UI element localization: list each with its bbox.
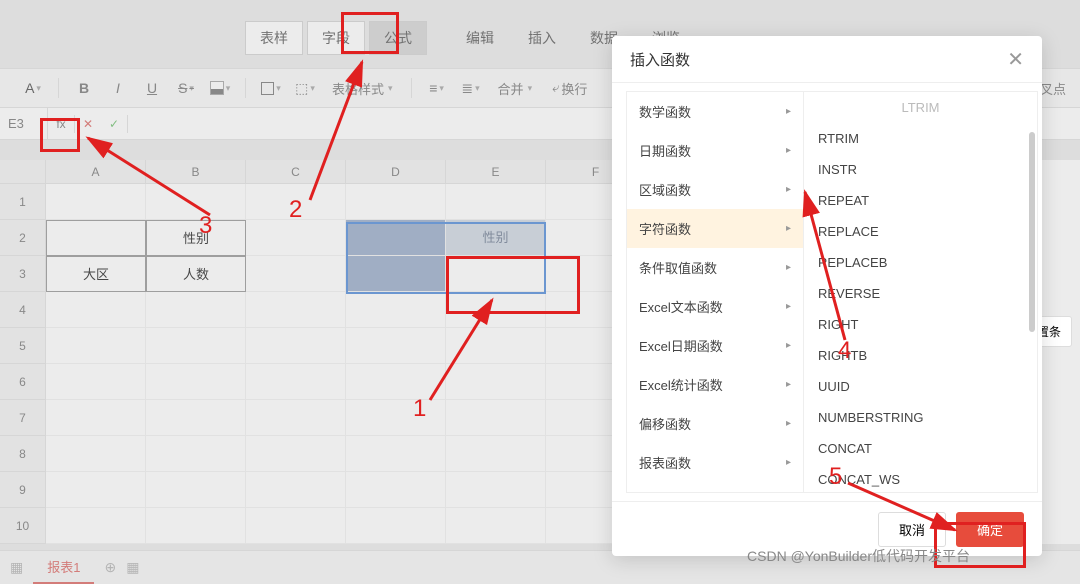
function-item[interactable]: UUID — [804, 371, 1037, 402]
function-item[interactable]: CONCAT — [804, 433, 1037, 464]
scrollbar[interactable] — [1029, 132, 1035, 332]
category-item[interactable]: 报表函数▸ — [627, 443, 803, 482]
category-item[interactable]: 区域函数▸ — [627, 170, 803, 209]
function-item[interactable]: INSTR — [804, 154, 1037, 185]
category-item[interactable]: 日期函数▸ — [627, 131, 803, 170]
category-item[interactable]: 条件取值函数▸ — [627, 248, 803, 287]
function-item[interactable]: CONCAT_WS — [804, 464, 1037, 493]
function-item[interactable]: REPEAT — [804, 185, 1037, 216]
function-item[interactable]: REPLACEB — [804, 247, 1037, 278]
function-item[interactable]: RIGHTB — [804, 340, 1037, 371]
watermark: CSDN @YonBuilder低代码开发平台 — [747, 546, 970, 566]
dialog-close-icon[interactable]: ✕ — [1007, 47, 1024, 72]
dialog-title: 插入函数 — [630, 49, 690, 70]
function-item[interactable]: REPLACE — [804, 216, 1037, 247]
function-item[interactable]: RIGHT — [804, 309, 1037, 340]
category-item[interactable]: Excel文本函数▸ — [627, 287, 803, 326]
category-list[interactable]: 数学函数▸日期函数▸区域函数▸字符函数▸条件取值函数▸Excel文本函数▸Exc… — [626, 91, 804, 493]
function-item[interactable]: REVERSE — [804, 278, 1037, 309]
category-item[interactable]: Excel日期函数▸ — [627, 326, 803, 365]
category-item[interactable]: 数学函数▸ — [627, 92, 803, 131]
insert-function-dialog: 插入函数 ✕ 数学函数▸日期函数▸区域函数▸字符函数▸条件取值函数▸Excel文… — [612, 36, 1042, 556]
function-item[interactable]: LTRIM — [804, 92, 1037, 123]
category-item[interactable]: 数据集函数▸ — [627, 482, 803, 493]
cancel-button[interactable]: 取消 — [878, 512, 946, 547]
category-item[interactable]: Excel统计函数▸ — [627, 365, 803, 404]
function-item[interactable]: RTRIM — [804, 123, 1037, 154]
category-item[interactable]: 偏移函数▸ — [627, 404, 803, 443]
function-item[interactable]: NUMBERSTRING — [804, 402, 1037, 433]
function-list[interactable]: LTRIM RTRIMINSTRREPEATREPLACEREPLACEBREV… — [804, 91, 1038, 493]
confirm-button[interactable]: 确定 — [956, 512, 1024, 547]
category-item[interactable]: 字符函数▸ — [627, 209, 803, 248]
